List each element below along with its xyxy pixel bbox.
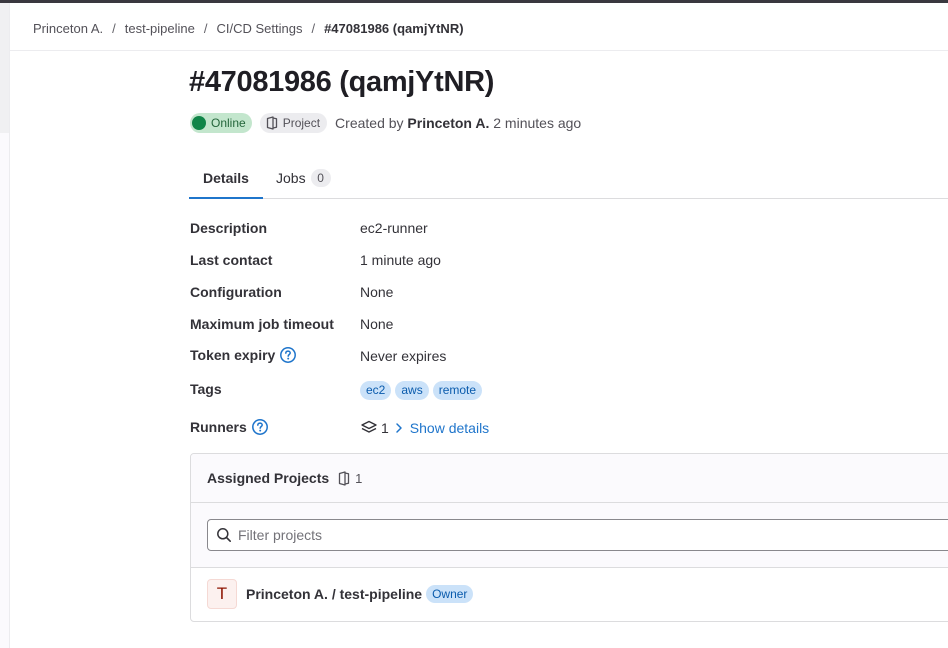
breadcrumb-separator: / [112,20,116,36]
runners-value: 1 Show details [360,420,489,436]
tab-details[interactable]: Details [189,158,263,199]
token-expiry-value: Never expires [360,348,447,364]
last-contact-label: Last contact [190,252,273,268]
filter-section [191,503,948,568]
max-timeout-label: Maximum job timeout [190,316,334,332]
assigned-projects-card: Assigned Projects 1 T Princeton A. / tes… [190,453,948,622]
project-avatar[interactable]: T [207,579,237,609]
role-badge: Owner [426,585,474,603]
tag-badge: ec2 [360,381,392,400]
breadcrumb-separator: / [311,20,316,36]
last-contact-value: 1 minute ago [360,252,441,268]
status-label: Online [211,116,246,130]
tag-badge: aws [395,381,429,400]
project-row: T Princeton A. / test-pipeline Owner [191,568,948,620]
filter-projects-field[interactable] [207,519,948,551]
sidebar-rail [0,3,10,648]
configuration-label: Configuration [190,284,282,300]
show-details-label: Show details [409,420,490,436]
project-icon [339,470,350,486]
breadcrumb-project[interactable]: test-pipeline [125,21,195,36]
help-icon[interactable] [251,418,269,436]
runners-label: Runners [190,419,247,435]
breadcrumb: Princeton A. / test-pipeline / CI/CD Set… [33,20,464,36]
search-icon [217,528,231,542]
description-value: ec2-runner [360,220,428,236]
tag-badge: remote [432,381,483,400]
description-label: Description [190,220,268,236]
layers-icon [361,420,377,433]
breadcrumb-separator: / [203,20,208,36]
breadcrumb-user[interactable]: Princeton A. [33,21,103,36]
breadcrumb-cicd-settings[interactable]: CI/CD Settings [216,21,302,36]
project-link[interactable]: Princeton A. / test-pipeline [246,586,422,602]
runner-tabs: Details Jobs 0 [189,158,948,199]
tags-list: ec2 aws remote [360,381,486,400]
token-expiry-label: Token expiry [190,347,276,363]
assigned-projects-count: 1 [338,471,362,486]
max-timeout-value: None [360,316,394,332]
assigned-projects-header: Assigned Projects 1 [191,454,948,503]
created-info: Created by Princeton A. 2 minutes ago [335,115,581,131]
help-icon[interactable] [279,346,297,364]
status-online-icon [192,116,206,130]
tab-jobs[interactable]: Jobs 0 [276,158,331,198]
page-title: #47081986 (qamjYtNR) [189,66,495,98]
top-bar [0,0,948,3]
assigned-projects-count-value: 1 [355,470,363,486]
tab-jobs-label: Jobs [276,170,306,186]
runners-count: 1 [381,420,389,436]
created-time: 2 minutes ago [493,115,582,131]
breadcrumb-current[interactable]: #47081986 (qamjYtNR) [324,21,463,36]
runner-meta: Online Project Created by Princeton A. 2… [190,112,581,134]
tab-details-label: Details [203,170,249,186]
token-expiry-row-label: Token expiry [190,346,297,364]
tags-label: Tags [190,381,222,397]
breadcrumb-divider [9,50,948,51]
assigned-projects-title: Assigned Projects [207,470,330,486]
jobs-count-badge: 0 [310,169,331,187]
created-by-user[interactable]: Princeton A. [407,115,489,131]
created-prefix: Created by [335,115,404,131]
filter-projects-input[interactable] [236,526,940,544]
runners-row-label: Runners [190,418,269,436]
runner-type-label: Project [282,116,321,130]
status-badge: Online [190,113,252,133]
show-details-link[interactable]: Show details [395,420,489,436]
configuration-value: None [360,284,394,300]
runner-type-badge: Project [259,113,328,133]
project-icon [266,116,277,130]
chevron-right-icon [396,423,402,433]
